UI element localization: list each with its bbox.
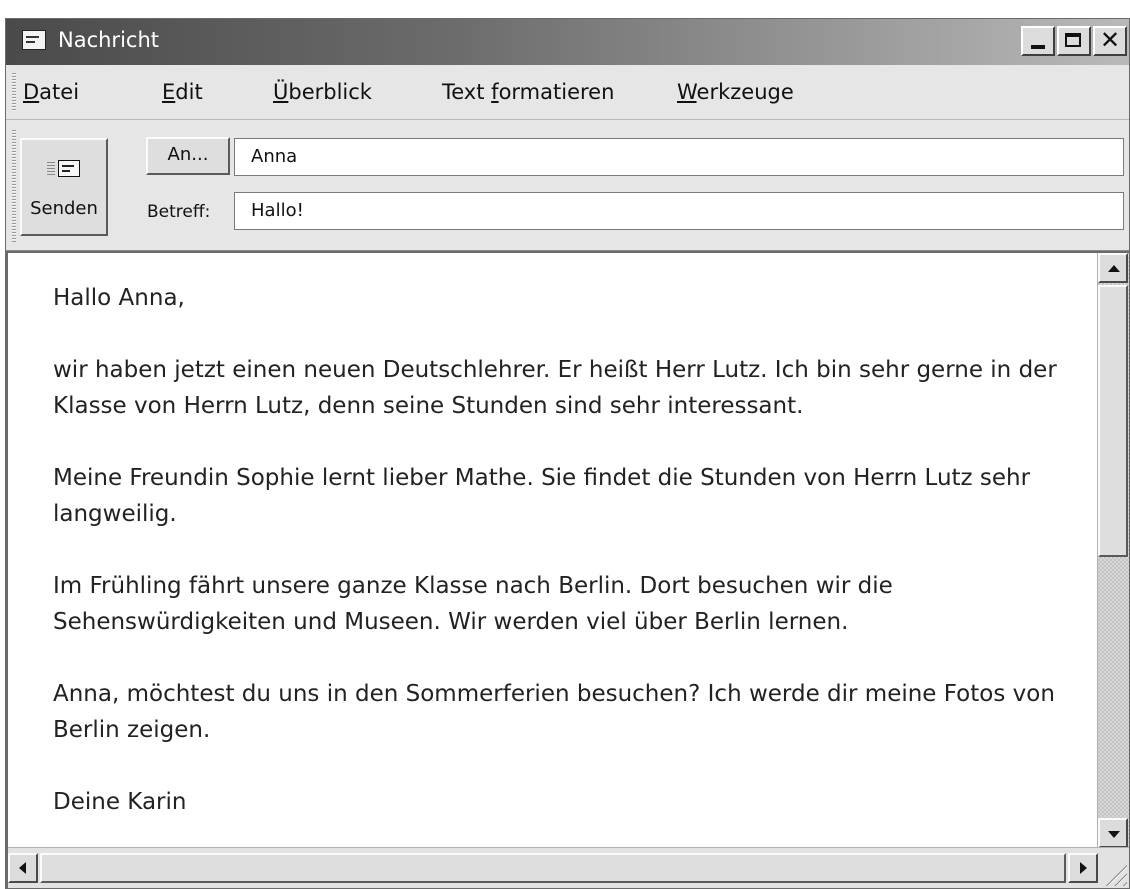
vertical-scroll-thumb[interactable] bbox=[1098, 285, 1128, 557]
send-button[interactable]: Senden bbox=[20, 138, 108, 236]
message-toolbar: Senden An... Anna Betreff: Hallo! bbox=[6, 120, 1129, 252]
maximize-icon[interactable] bbox=[1057, 26, 1091, 56]
subject-label: Betreff: bbox=[147, 202, 211, 222]
menu-ueberblick[interactable]: Überblick bbox=[273, 80, 372, 104]
menu-bar: Datei Edit Überblick Text formatieren We… bbox=[6, 65, 1129, 120]
to-button[interactable]: An... bbox=[146, 137, 230, 175]
to-field[interactable]: Anna bbox=[234, 138, 1124, 176]
subject-field[interactable]: Hallo! bbox=[234, 192, 1124, 230]
scroll-up-button[interactable] bbox=[1098, 253, 1128, 283]
close-icon[interactable]: ✕ bbox=[1093, 26, 1127, 56]
window-controls: ✕ bbox=[1021, 26, 1129, 58]
scroll-down-arrow-icon bbox=[1108, 831, 1120, 838]
minimize-icon[interactable] bbox=[1021, 26, 1055, 56]
send-speed-lines bbox=[47, 162, 55, 176]
scroll-right-arrow-icon bbox=[1080, 862, 1087, 874]
send-label: Senden bbox=[30, 198, 98, 219]
menu-text-formatieren[interactable]: Text formatieren bbox=[442, 80, 614, 104]
horizontal-scrollbar[interactable] bbox=[8, 847, 1098, 888]
scroll-left-arrow-icon bbox=[19, 862, 26, 874]
toolbar-grip-handle[interactable] bbox=[12, 130, 16, 242]
resize-grip-icon[interactable] bbox=[1098, 847, 1129, 888]
horizontal-scroll-thumb[interactable] bbox=[40, 853, 1066, 883]
scroll-left-button[interactable] bbox=[8, 853, 38, 883]
menu-grip-handle[interactable] bbox=[12, 73, 16, 111]
message-body[interactable]: Hallo Anna, wir haben jetzt einen neuen … bbox=[6, 251, 1129, 888]
send-mail-icon bbox=[58, 160, 80, 177]
scroll-up-arrow-icon bbox=[1108, 265, 1120, 272]
body-paragraph: wir haben jetzt einen neuen Deutschlehre… bbox=[53, 357, 1057, 419]
message-icon bbox=[22, 30, 46, 50]
window-title: Nachricht bbox=[58, 28, 159, 52]
menu-datei[interactable]: Datei bbox=[23, 80, 79, 104]
body-paragraph: Meine Freundin Sophie lernt lieber Mathe… bbox=[53, 465, 1031, 527]
menu-werkzeuge[interactable]: Werkzeuge bbox=[677, 80, 794, 104]
title-bar[interactable]: Nachricht ✕ bbox=[6, 19, 1129, 65]
body-paragraph: Anna, möchtest du uns in den Sommerferie… bbox=[53, 681, 1055, 743]
menu-edit[interactable]: Edit bbox=[162, 80, 203, 104]
vertical-scrollbar[interactable] bbox=[1097, 253, 1129, 848]
message-text[interactable]: Hallo Anna, wir haben jetzt einen neuen … bbox=[53, 280, 1093, 856]
message-window: Nachricht ✕ Datei Edit Überblick Text fo… bbox=[5, 18, 1130, 889]
scroll-down-button[interactable] bbox=[1098, 818, 1128, 848]
signature-paragraph: Deine Karin bbox=[53, 789, 187, 815]
scroll-right-button[interactable] bbox=[1068, 853, 1098, 883]
body-paragraph: Im Frühling fährt unsere ganze Klasse na… bbox=[53, 573, 893, 635]
greeting-paragraph: Hallo Anna, bbox=[53, 285, 185, 311]
